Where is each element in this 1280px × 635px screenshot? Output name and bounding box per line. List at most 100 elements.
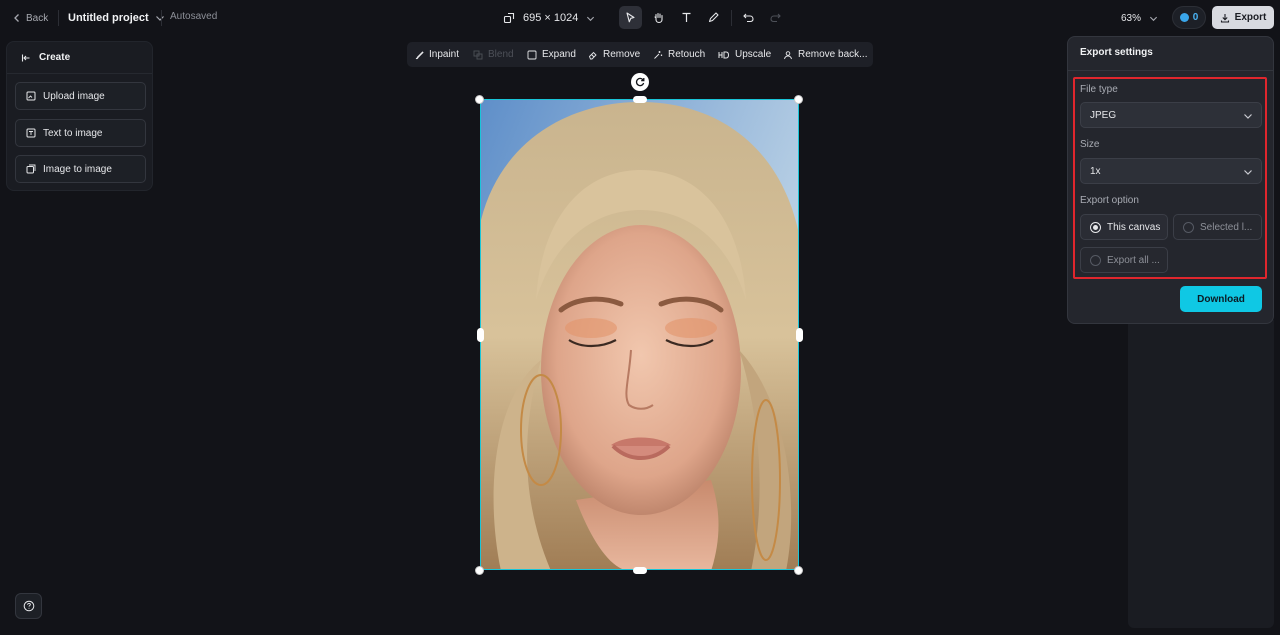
file-type-value: JPEG	[1090, 109, 1117, 121]
back-label: Back	[26, 12, 49, 24]
remove-background-icon	[784, 50, 792, 59]
select-tool[interactable]	[619, 6, 642, 29]
blend-button[interactable]: Blend	[473, 42, 514, 67]
size-select[interactable]: 1x	[1080, 158, 1262, 184]
divider	[161, 10, 162, 26]
size-label: Size	[1080, 139, 1100, 150]
inpaint-button[interactable]: Inpaint	[414, 42, 459, 67]
pen-icon	[708, 12, 719, 23]
canvas-image[interactable]	[480, 99, 799, 570]
inpaint-label: Inpaint	[429, 49, 460, 60]
export-label: Export	[1234, 12, 1267, 23]
cursor-icon	[626, 12, 635, 23]
resize-handle-bottom[interactable]	[633, 567, 647, 574]
radio-icon	[1090, 254, 1101, 266]
text-tool[interactable]	[675, 6, 698, 29]
resize-handle-left[interactable]	[477, 328, 484, 342]
undo-icon	[743, 13, 754, 23]
draw-tool[interactable]	[702, 6, 725, 29]
text-to-image-icon	[26, 128, 36, 138]
text-to-image-label: Text to image	[43, 127, 103, 139]
expand-icon	[527, 50, 537, 59]
option-label: Export all ...	[1107, 254, 1160, 266]
upload-image-button[interactable]: Upload image	[15, 82, 146, 110]
resize-handle-right[interactable]	[796, 328, 803, 342]
expand-label: Expand	[542, 49, 576, 60]
image-to-image-label: Image to image	[43, 163, 112, 175]
canvas-size: 695 × 1024	[523, 12, 579, 24]
expand-button[interactable]: Expand	[527, 42, 576, 67]
hd-icon	[718, 51, 730, 58]
option-label: Selected l...	[1200, 221, 1253, 233]
export-settings-panel: Export settings File type JPEG Size 1x E…	[1067, 36, 1274, 324]
eraser-icon	[588, 51, 597, 59]
project-title-dropdown[interactable]: Untitled project	[68, 9, 165, 27]
top-bar: Back Untitled project Autosaved 695 × 10…	[0, 0, 1280, 36]
upload-image-icon	[26, 91, 36, 101]
option-label: This canvas	[1107, 221, 1161, 233]
help-button[interactable]	[15, 593, 42, 619]
rotate-handle[interactable]	[631, 73, 649, 91]
radio-icon	[1183, 221, 1194, 233]
chevron-down-icon	[1244, 170, 1252, 175]
file-type-select[interactable]: JPEG	[1080, 102, 1262, 128]
export-option-this-canvas[interactable]: This canvas	[1080, 214, 1168, 240]
resize-handle-top[interactable]	[633, 96, 647, 103]
chevron-down-icon	[155, 16, 164, 21]
credit-coin-icon	[1179, 13, 1189, 22]
project-title: Untitled project	[68, 12, 149, 24]
brush-icon	[415, 50, 424, 59]
download-icon	[1220, 13, 1229, 23]
chevron-left-icon	[14, 14, 19, 22]
chevron-down-icon	[587, 16, 595, 21]
redo-icon	[770, 13, 781, 23]
upscale-button[interactable]: Upscale	[718, 42, 771, 67]
redo-button[interactable]	[764, 6, 787, 29]
sparkle-icon	[654, 50, 663, 59]
export-button[interactable]: Export	[1212, 6, 1274, 29]
resize-handle-bottom-right[interactable]	[794, 566, 803, 575]
divider	[731, 10, 732, 26]
create-panel-title: Create	[39, 52, 71, 63]
retouch-label: Retouch	[668, 49, 706, 60]
back-button[interactable]: Back	[12, 9, 48, 27]
export-option-export-all[interactable]: Export all ...	[1080, 247, 1168, 273]
retouch-button[interactable]: Retouch	[653, 42, 705, 67]
resize-icon	[503, 12, 515, 24]
hand-tool[interactable]	[647, 6, 670, 29]
upscale-label: Upscale	[735, 49, 772, 60]
resize-handle-top-right[interactable]	[794, 95, 803, 104]
remove-button[interactable]: Remove	[588, 42, 640, 67]
canvas-size-dropdown[interactable]: 695 × 1024	[503, 8, 595, 28]
file-type-label: File type	[1080, 84, 1118, 95]
text-to-image-button[interactable]: Text to image	[15, 119, 146, 147]
export-option-label: Export option	[1080, 195, 1139, 206]
undo-button[interactable]	[737, 6, 760, 29]
credits-count: 0	[1192, 12, 1199, 23]
help-icon	[23, 600, 34, 612]
resize-handle-bottom-left[interactable]	[475, 566, 484, 575]
chevron-down-icon	[1244, 114, 1252, 119]
create-panel-header[interactable]: Create	[7, 42, 152, 74]
remove-background-button[interactable]: Remove back...	[783, 42, 867, 67]
image-to-image-icon	[26, 164, 36, 174]
divider	[58, 10, 59, 26]
export-settings-title: Export settings	[1080, 47, 1153, 58]
back-arrow-icon	[21, 54, 30, 61]
download-button[interactable]: Download	[1180, 286, 1262, 312]
zoom-dropdown[interactable]: 63%	[1121, 9, 1158, 27]
autosave-status: Autosaved	[170, 11, 218, 22]
edit-toolbar: Inpaint Blend Expand Remove Retouch Upsc…	[407, 42, 873, 67]
size-value: 1x	[1090, 165, 1101, 177]
zoom-level: 63%	[1121, 12, 1142, 24]
image-to-image-button[interactable]: Image to image	[15, 155, 146, 183]
radio-selected-icon	[1090, 221, 1101, 233]
portrait-image	[481, 100, 798, 569]
resize-handle-top-left[interactable]	[475, 95, 484, 104]
credits-button[interactable]: 0	[1172, 6, 1206, 29]
remove-label: Remove	[603, 49, 641, 60]
rotate-icon	[635, 77, 645, 87]
upload-image-label: Upload image	[43, 90, 105, 102]
export-option-selected-layers[interactable]: Selected l...	[1173, 214, 1262, 240]
text-icon	[682, 12, 691, 22]
